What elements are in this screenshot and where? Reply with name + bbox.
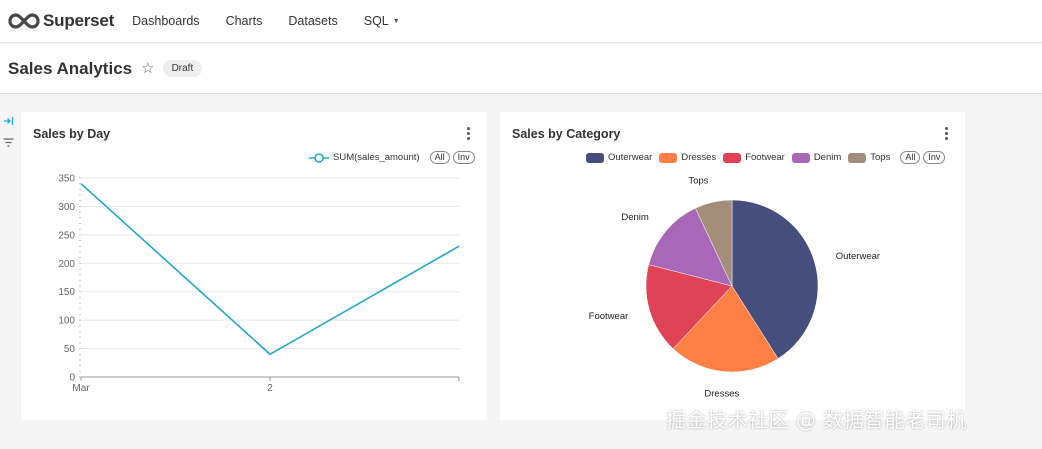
y-tick-label: 100 <box>58 316 75 327</box>
slice-label: Outerwear <box>836 251 880 262</box>
dashboard-title[interactable]: Sales Analytics <box>8 59 132 79</box>
superset-logo[interactable]: Superset <box>8 11 114 31</box>
star-icon[interactable]: ☆ <box>141 61 154 76</box>
chart-card-sales-by-day: Sales by Day SUM(sales_amount) All Inv 0… <box>21 112 487 420</box>
nav-sql[interactable]: SQL ▼ <box>364 14 400 28</box>
pie-chart: Outerwear Dresses Footwear Denim Tops <box>589 176 880 400</box>
slice-label: Tops <box>688 176 708 187</box>
line-chart: 0 50 100 150 200 250 300 350 Mar 2 <box>58 174 460 394</box>
x-tick-label: 2 <box>267 383 273 394</box>
slice-label: Footwear <box>589 311 629 322</box>
x-tick-label: Mar <box>72 383 90 394</box>
draft-badge[interactable]: Draft <box>162 60 203 77</box>
nav-sql-label: SQL <box>363 14 389 28</box>
y-tick-label: 300 <box>58 202 75 213</box>
y-tick-label: 150 <box>58 287 75 298</box>
superset-logo-icon <box>8 13 40 29</box>
y-tick-label: 200 <box>58 259 75 270</box>
top-navbar: Superset Dashboards Charts Datasets SQL … <box>0 0 1042 43</box>
nav-charts[interactable]: Charts <box>226 14 263 28</box>
line-series <box>80 183 460 356</box>
slice-label: Dresses <box>704 389 739 400</box>
caret-down-icon: ▼ <box>392 17 400 25</box>
y-tick-label: 50 <box>64 344 76 355</box>
y-tick-label: 0 <box>69 373 75 384</box>
nav-dashboards[interactable]: Dashboards <box>132 14 199 28</box>
y-tick-label: 350 <box>58 174 75 185</box>
watermark-text: 掘金技术社区 @ 数据智能老司机 <box>666 408 967 432</box>
brand-name: Superset <box>43 11 115 30</box>
filter-icon[interactable] <box>3 138 14 147</box>
expand-filters-icon[interactable] <box>3 116 14 126</box>
nav-datasets[interactable]: Datasets <box>288 14 337 28</box>
y-tick-label: 250 <box>58 230 75 241</box>
slice-label: Denim <box>621 212 649 223</box>
dashboard-header: Sales Analytics ☆ Draft <box>0 44 1042 94</box>
main-nav: Dashboards Charts Datasets SQL ▼ <box>132 14 426 28</box>
chart-card-sales-by-category: Sales by Category Outerwear Dresses Footwe… <box>500 112 965 420</box>
